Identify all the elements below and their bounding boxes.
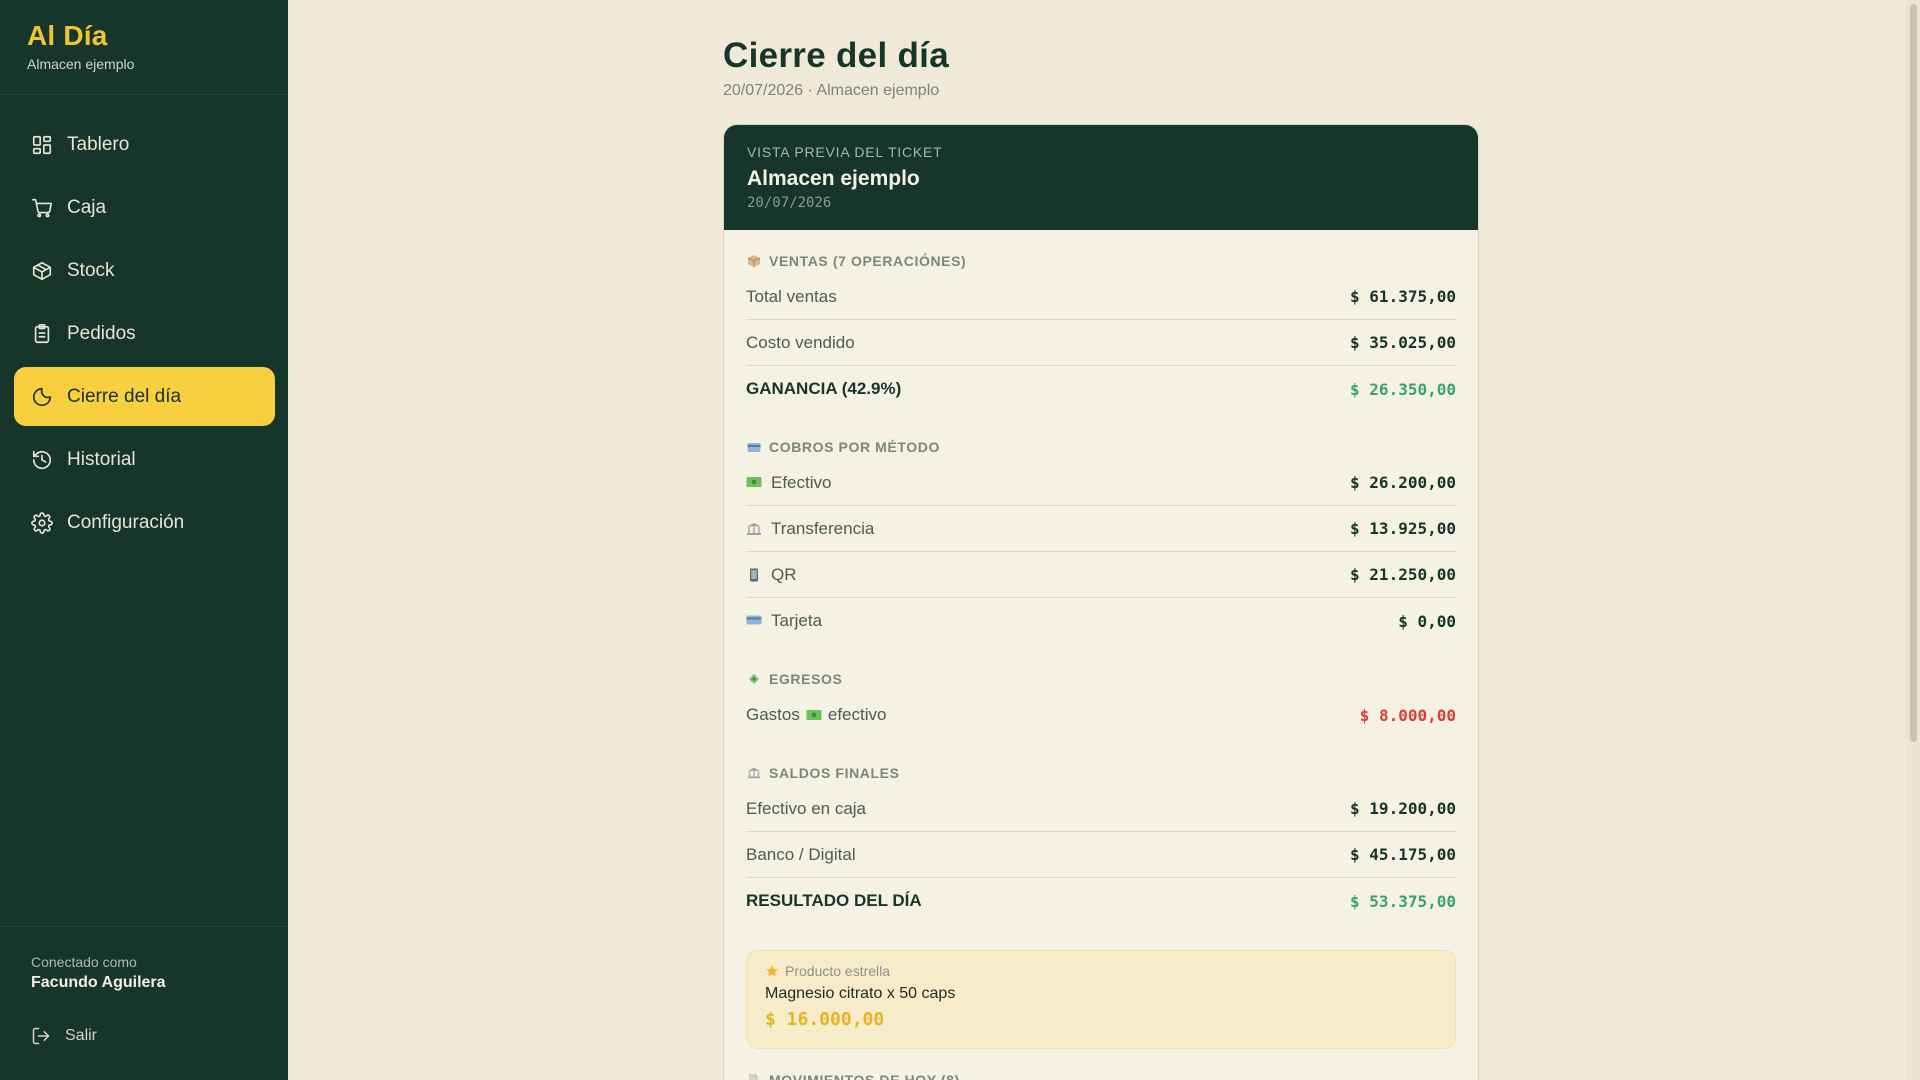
package-icon	[746, 253, 761, 268]
logout-icon	[32, 1027, 50, 1045]
sidebar-item-historial[interactable]: Historial	[14, 430, 275, 489]
phone-icon	[746, 568, 762, 582]
ticket-header: VISTA PREVIA DEL TICKET Almacen ejemplo …	[724, 125, 1478, 230]
list-item: Gastos efectivo $ 8.000,00	[746, 705, 1456, 725]
sidebar-item-caja[interactable]: Caja	[14, 178, 275, 237]
history-icon	[31, 449, 53, 471]
section-ventas: VENTAS (7 OPERACIÓNES) Total ventas $ 61…	[746, 252, 1456, 412]
card-icon	[746, 439, 761, 454]
scrollbar[interactable]	[1906, 0, 1920, 1080]
section-title: VENTAS (7 OPERACIÓNES)	[746, 252, 1456, 269]
ticket-store-name: Almacen ejemplo	[747, 167, 920, 190]
sidebar-item-configuracion[interactable]: Configuración	[14, 493, 275, 552]
sidebar-item-stock[interactable]: Stock	[14, 241, 275, 300]
scrollbar-thumb[interactable]	[1910, 4, 1917, 742]
sidebar-footer: Conectado como Facundo Aguilera Salir	[0, 926, 288, 1080]
section-title: COBROS POR MÉTODO	[746, 438, 1456, 455]
section-title: EGRESOS	[746, 670, 1456, 687]
ventas-rows: Total ventas $ 61.375,00 Costo vendido $…	[746, 274, 1456, 412]
connected-label: Conectado como	[31, 954, 137, 970]
gear-icon	[31, 511, 53, 534]
cart-icon	[31, 197, 53, 219]
list-item: Banco / Digital $ 45.175,00	[746, 832, 1456, 878]
star-product-card: Producto estrella Magnesio citrato x 50 …	[746, 950, 1456, 1049]
list-item: RESULTADO DEL DÍA $ 53.375,00	[746, 891, 1456, 911]
app-logo[interactable]: Al Día	[27, 20, 261, 52]
cash-icon	[806, 709, 822, 721]
bank-icon	[746, 522, 762, 536]
sidebar-item-label: Historial	[67, 448, 136, 470]
document-icon	[746, 1072, 761, 1080]
sidebar-item-label: Pedidos	[67, 322, 136, 344]
list-item: Efectivo en caja $ 19.200,00	[746, 786, 1456, 832]
sidebar-item-label: Caja	[67, 196, 107, 218]
money-wings-icon	[746, 671, 761, 686]
list-item: Transferencia $ 13.925,00	[746, 506, 1456, 552]
list-item: GANANCIA (42.9%) $ 26.350,00	[746, 379, 1456, 399]
list-item: QR $ 21.250,00	[746, 552, 1456, 598]
section-title: SALDOS FINALES	[746, 764, 1456, 781]
logout-button[interactable]: Salir	[31, 1026, 257, 1046]
list-item: Efectivo $ 26.200,00	[746, 460, 1456, 506]
list-item: Total ventas $ 61.375,00	[746, 274, 1456, 320]
section-saldos: SALDOS FINALES Efectivo en caja $ 19.200…	[746, 764, 1456, 924]
star-icon	[765, 964, 779, 978]
section-egresos: EGRESOS Gastos efectivo $ 8.000,00	[746, 670, 1456, 738]
saldos-rows: Efectivo en caja $ 19.200,00 Banco / Dig…	[746, 786, 1456, 924]
user-name: Facundo Aguilera	[31, 974, 166, 991]
ticket-date: 20/07/2026	[747, 195, 832, 211]
star-product-price: $ 16.000,00	[765, 1009, 885, 1030]
box-icon	[31, 260, 53, 282]
sidebar-item-pedidos[interactable]: Pedidos	[14, 304, 275, 363]
main-content: Cierre del día 20/07/2026 · Almacen ejem…	[723, 36, 1479, 1080]
brand: Al Día Almacen ejemplo	[0, 0, 288, 95]
sidebar-item-label: Cierre del día	[67, 385, 182, 407]
section-cobros: COBROS POR MÉTODO Efectivo $ 26.200,00 T	[746, 438, 1456, 644]
list-item: Tarjeta $ 0,00	[746, 598, 1456, 644]
logout-label: Salir	[65, 1027, 98, 1044]
sidebar-item-label: Stock	[67, 259, 115, 281]
cash-icon	[746, 476, 762, 490]
ticket-body: VENTAS (7 OPERACIÓNES) Total ventas $ 61…	[724, 230, 1478, 1080]
ticket-preview-label: VISTA PREVIA DEL TICKET	[747, 144, 943, 160]
egresos-rows: Gastos efectivo $ 8.000,00	[746, 692, 1456, 738]
sidebar: Al Día Almacen ejemplo Tablero Caja Stoc…	[0, 0, 288, 1080]
sidebar-item-label: Configuración	[67, 511, 185, 533]
sidebar-item-cierre[interactable]: Cierre del día	[14, 367, 275, 426]
sidebar-item-label: Tablero	[67, 133, 130, 155]
clipboard-icon	[31, 323, 53, 345]
list-item: Costo vendido $ 35.025,00	[746, 320, 1456, 366]
star-product-label: Producto estrella	[765, 963, 1437, 979]
store-name: Almacen ejemplo	[27, 56, 135, 72]
bank-icon	[746, 765, 761, 780]
ticket-preview: VISTA PREVIA DEL TICKET Almacen ejemplo …	[723, 124, 1479, 1080]
sidebar-nav: Tablero Caja Stock Pedidos Cierre del dí…	[0, 95, 288, 552]
card-icon	[746, 614, 762, 628]
sidebar-item-tablero[interactable]: Tablero	[14, 115, 275, 174]
star-product-name: Magnesio citrato x 50 caps	[765, 985, 956, 1002]
section-movimientos-title: MOVIMIENTOS DE HOY (8)	[746, 1071, 1456, 1080]
page-subtitle: 20/07/2026 · Almacen ejemplo	[723, 82, 940, 99]
page-title: Cierre del día	[723, 36, 949, 75]
grid-icon	[31, 134, 53, 156]
moon-icon	[31, 386, 53, 408]
cobros-rows: Efectivo $ 26.200,00 Transferencia $ 13.…	[746, 460, 1456, 644]
